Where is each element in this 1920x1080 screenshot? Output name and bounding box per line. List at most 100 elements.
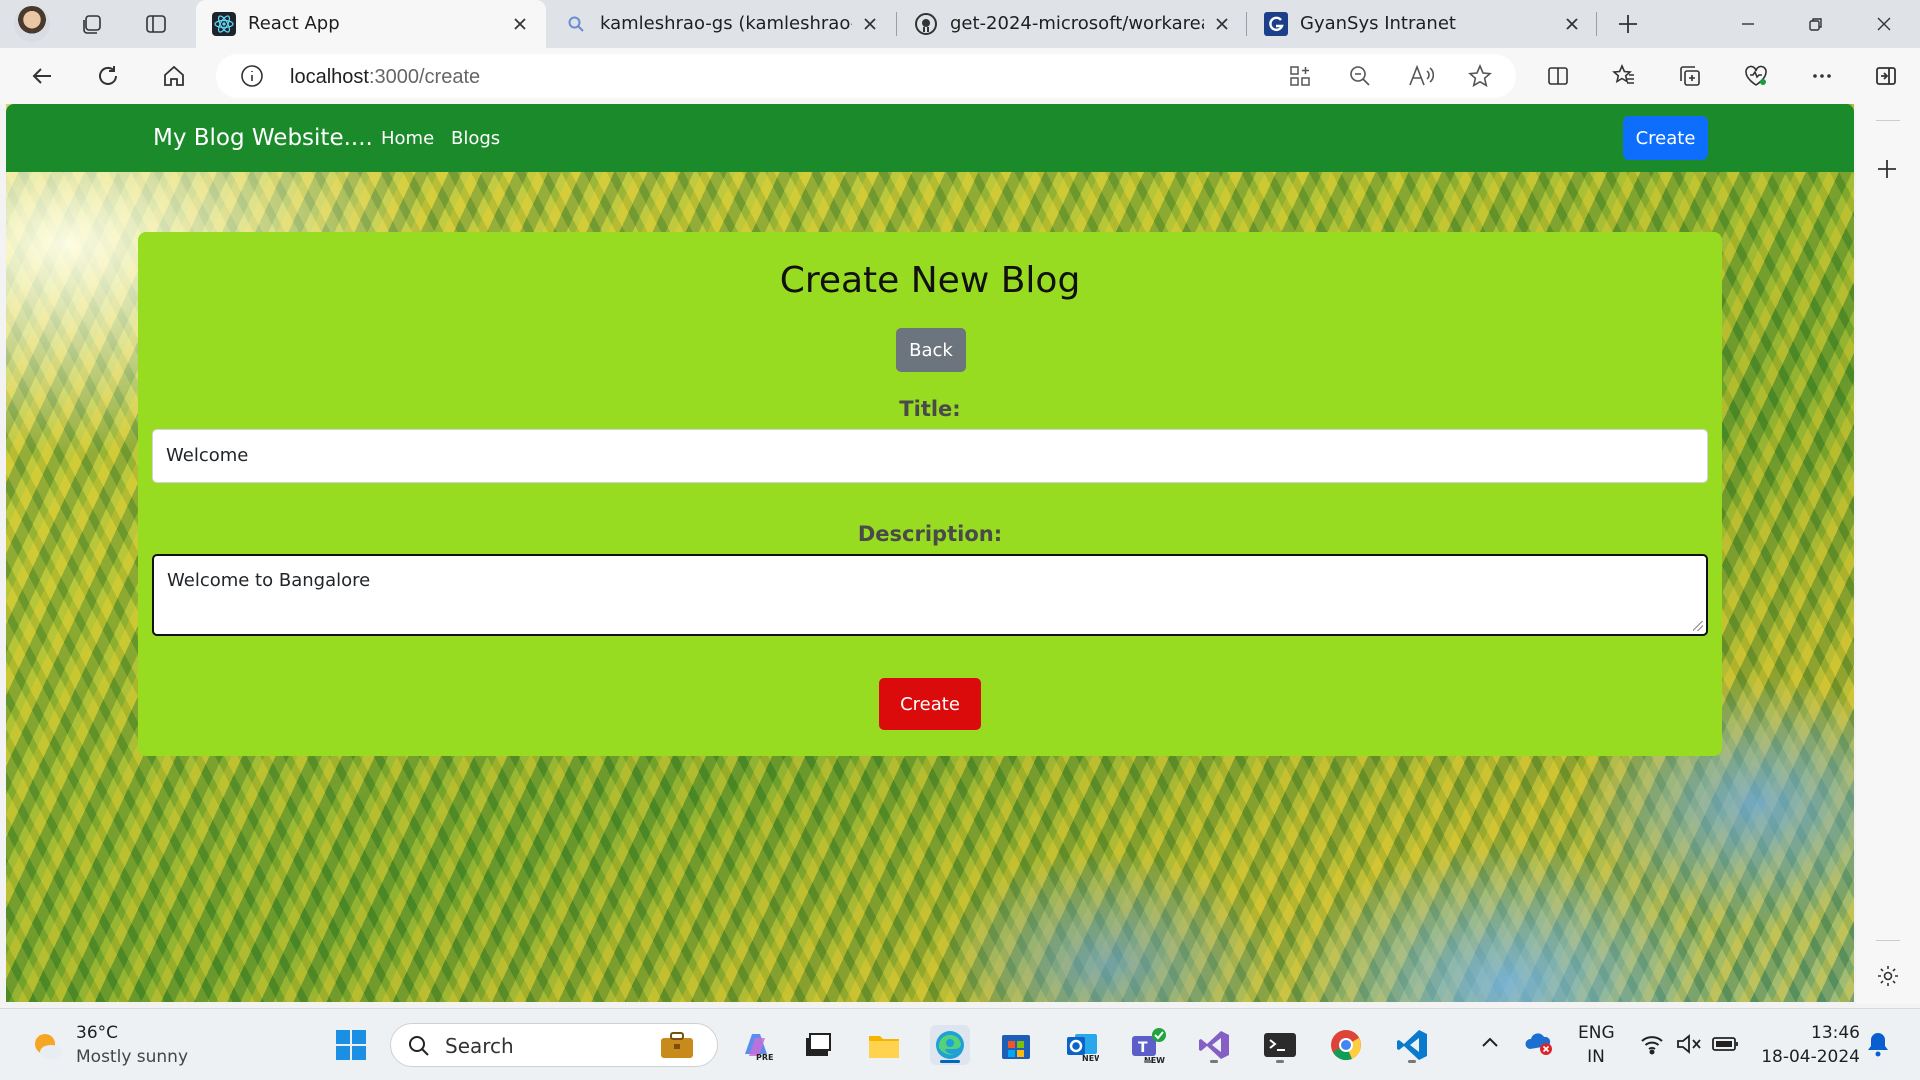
apps-icon[interactable] xyxy=(1288,64,1312,92)
running-indicator xyxy=(940,1060,960,1063)
read-aloud-icon[interactable] xyxy=(1408,64,1435,92)
create-blog-card: Create New Blog Back Title: Welcome Desc… xyxy=(138,232,1722,756)
new-tab-icon[interactable] xyxy=(1612,8,1644,40)
favorites-icon[interactable] xyxy=(1606,58,1642,94)
back-arrow-icon[interactable] xyxy=(24,58,60,94)
windows-taskbar: 36°C Mostly sunny Search PRE NEW T NEW E… xyxy=(0,1008,1920,1080)
close-icon[interactable] xyxy=(1560,12,1584,36)
vscode-icon[interactable] xyxy=(1392,1025,1432,1065)
search-icon xyxy=(564,12,588,36)
add-sidebar-app-icon[interactable] xyxy=(1876,158,1898,184)
clock-date[interactable]: 18-04-2024 xyxy=(1750,1047,1860,1067)
more-options-icon[interactable] xyxy=(1804,58,1840,94)
description-label: Description: xyxy=(857,522,1003,546)
tab-title: React App xyxy=(248,13,340,34)
back-button[interactable]: Back xyxy=(896,328,966,372)
svg-text:NEW: NEW xyxy=(1082,1054,1099,1062)
show-hidden-icons-chevron-icon[interactable] xyxy=(1480,1033,1500,1057)
edge-browser-icon[interactable] xyxy=(930,1025,970,1065)
task-view-icon[interactable] xyxy=(798,1025,838,1065)
nav-link-home[interactable]: Home xyxy=(381,128,434,149)
navbar-create-button[interactable]: Create xyxy=(1623,116,1708,160)
chrome-icon[interactable] xyxy=(1326,1025,1366,1065)
tab-title: GyanSys Intranet xyxy=(1300,13,1456,34)
site-navbar: My Blog Website.... Home Blogs Create xyxy=(6,104,1854,172)
svg-text:PRE: PRE xyxy=(756,1053,773,1062)
volume-muted-icon[interactable] xyxy=(1676,1033,1702,1059)
github-icon xyxy=(914,12,938,36)
microsoft-store-icon[interactable] xyxy=(996,1025,1036,1065)
tab-separator xyxy=(1246,12,1247,36)
tab-separator xyxy=(1596,12,1597,36)
browser-tab-strip: React App kamleshrao-gs (kamleshrao-gs) … xyxy=(0,0,1920,48)
settings-gear-icon[interactable] xyxy=(1876,964,1900,992)
running-indicator xyxy=(1210,1060,1218,1063)
clock-time[interactable]: 13:46 xyxy=(1760,1023,1860,1043)
edge-sidebar xyxy=(1856,104,1920,1004)
url-text: localhost:3000/create xyxy=(290,66,480,89)
resize-handle-icon[interactable] xyxy=(1693,621,1703,631)
workspaces-icon[interactable] xyxy=(76,8,108,40)
file-explorer-icon[interactable] xyxy=(864,1025,904,1065)
home-icon[interactable] xyxy=(156,58,192,94)
close-icon[interactable] xyxy=(508,12,532,36)
site-brand[interactable]: My Blog Website.... xyxy=(153,125,373,151)
taskbar-search[interactable]: Search xyxy=(390,1023,718,1067)
wifi-icon[interactable] xyxy=(1640,1033,1664,1059)
start-menu-icon[interactable] xyxy=(331,1025,371,1065)
tab-gyansys[interactable]: GyanSys Intranet xyxy=(1248,0,1594,48)
tab-title: kamleshrao-gs (kamleshrao-gs) xyxy=(600,13,852,34)
tab-react-app[interactable]: React App xyxy=(196,0,546,48)
running-indicator xyxy=(1144,1060,1152,1063)
teams-new-icon[interactable]: T NEW xyxy=(1128,1025,1168,1065)
visual-studio-icon[interactable] xyxy=(1194,1025,1234,1065)
copilot-icon[interactable]: PRE xyxy=(736,1025,776,1065)
address-bar[interactable]: localhost:3000/create xyxy=(216,54,1516,98)
outlook-new-icon[interactable]: NEW xyxy=(1062,1025,1102,1065)
description-textarea[interactable]: Welcome to Bangalore xyxy=(152,554,1708,636)
title-input[interactable]: Welcome xyxy=(152,429,1708,483)
close-icon[interactable] xyxy=(858,12,882,36)
minimize-icon[interactable] xyxy=(1732,8,1764,40)
nav-link-blogs[interactable]: Blogs xyxy=(451,128,500,149)
weather-temp: 36°C xyxy=(76,1023,119,1043)
weather-sun-icon[interactable] xyxy=(30,1029,62,1061)
browser-essentials-icon[interactable] xyxy=(1738,58,1774,94)
collections-icon[interactable] xyxy=(1672,58,1708,94)
tab-title: get-2024-microsoft/workarea/S xyxy=(950,13,1204,34)
title-label: Title: xyxy=(899,397,961,421)
language-line2[interactable]: IN xyxy=(1578,1047,1614,1067)
onedrive-error-icon[interactable] xyxy=(1524,1029,1554,1061)
terminal-icon[interactable] xyxy=(1260,1025,1300,1065)
gyansys-icon xyxy=(1264,12,1288,36)
svg-text:T: T xyxy=(1138,1040,1148,1056)
briefcase-icon xyxy=(659,1030,695,1066)
notification-bell-icon[interactable] xyxy=(1866,1031,1890,1061)
browser-toolbar: localhost:3000/create xyxy=(0,48,1920,104)
tab-kamleshrao[interactable]: kamleshrao-gs (kamleshrao-gs) xyxy=(548,0,894,48)
zoom-out-icon[interactable] xyxy=(1348,64,1372,92)
weather-desc: Mostly sunny xyxy=(76,1047,189,1067)
sidebar-divider xyxy=(1876,120,1900,121)
language-line1[interactable]: ENG xyxy=(1578,1023,1615,1043)
refresh-icon[interactable] xyxy=(90,58,126,94)
info-icon[interactable] xyxy=(240,64,264,92)
sidebar-divider xyxy=(1876,940,1900,941)
split-screen-icon[interactable] xyxy=(1540,58,1576,94)
profile-avatar[interactable] xyxy=(14,6,50,42)
battery-icon[interactable] xyxy=(1712,1034,1740,1058)
tab-github[interactable]: get-2024-microsoft/workarea/S xyxy=(898,0,1244,48)
description-text: Welcome to Bangalore xyxy=(167,570,371,591)
sidebar-toggle-icon[interactable] xyxy=(1868,58,1904,94)
close-icon[interactable] xyxy=(1210,12,1234,36)
url-host: localhost xyxy=(290,66,369,88)
favorite-star-icon[interactable] xyxy=(1468,63,1492,92)
tab-actions-icon[interactable] xyxy=(140,8,172,40)
react-icon xyxy=(212,12,236,36)
create-submit-button[interactable]: Create xyxy=(879,678,981,730)
url-path: :3000/create xyxy=(368,66,481,88)
search-placeholder: Search xyxy=(445,1034,514,1058)
page-title: Create New Blog xyxy=(779,260,1081,301)
close-window-icon[interactable] xyxy=(1868,8,1900,40)
restore-icon[interactable] xyxy=(1800,8,1832,40)
